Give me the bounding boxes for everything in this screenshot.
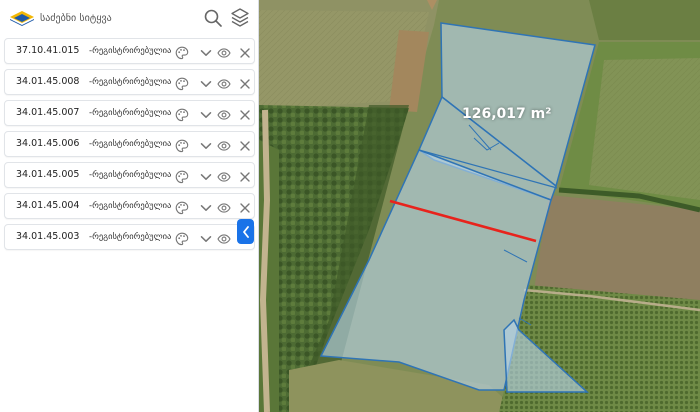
style-button[interactable] [175,107,189,122]
expand-button[interactable] [199,45,213,59]
parcel-cadastral-code: 34.01.45.006 [16,138,80,149]
parcel-cadastral-code: 34.01.45.007 [16,107,80,118]
remove-button[interactable] [238,45,252,59]
eye-icon [217,110,231,120]
parcel-status: -რეგისტრირებულია [89,139,172,149]
palette-icon [175,201,189,215]
expand-button[interactable] [199,200,213,214]
remove-button[interactable] [238,107,252,121]
parcel-list-item[interactable]: 34.01.45.005 -რეგისტრირებულია [4,162,255,188]
parcel-list-item[interactable]: 34.01.45.003 -რეგისტრირებულია [4,224,255,250]
parcel-list-item[interactable]: 34.01.45.004 -რეგისტრირებულია [4,193,255,219]
palette-icon [175,139,189,153]
app-logo-icon[interactable] [9,10,35,26]
parcel-status: -რეგისტრირებულია [89,108,172,118]
area-measurement-label: 126,017 m² [462,106,552,122]
expand-button[interactable] [199,107,213,121]
parcel-list-item[interactable]: 34.01.45.008 -რეგისტრირებულია [4,69,255,95]
parcel-status: -რეგისტრირებულია [89,232,172,242]
chevron-down-icon [200,81,212,87]
remove-button[interactable] [238,76,252,90]
style-button[interactable] [175,45,189,60]
chevron-down-icon [200,143,212,149]
search-bar [0,0,259,36]
parcel-list-item[interactable]: 34.01.45.007 -რეგისტრირებულია [4,100,255,126]
visibility-toggle[interactable] [217,107,231,121]
parcel-status: -რეგისტრირებულია [89,77,172,87]
close-icon [240,141,250,151]
parcel-list-item[interactable]: 34.01.45.006 -რეგისტრირებულია [4,131,255,157]
palette-icon [175,77,189,91]
remove-button[interactable] [238,169,252,183]
parcel-list: 37.10.41.015 -რეგისტრირებულია 34.01.45.008… [4,38,255,255]
expand-button[interactable] [199,76,213,90]
parcel-status: -რეგისტრირებულია [89,46,172,56]
parcel-cadastral-code: 34.01.45.004 [16,200,80,211]
parcel-status: -რეგისტრირებულია [89,170,172,180]
parcel-list-item[interactable]: 37.10.41.015 -რეგისტრირებულია [4,38,255,64]
remove-button[interactable] [238,200,252,214]
style-button[interactable] [175,200,189,215]
eye-icon [217,234,231,244]
eye-icon [217,48,231,58]
style-button[interactable] [175,169,189,184]
parcel-status: -რეგისტრირებულია [89,201,172,211]
palette-icon [175,170,189,184]
style-button[interactable] [175,138,189,153]
parcel-cadastral-code: 34.01.45.005 [16,169,80,180]
expand-button[interactable] [199,169,213,183]
eye-icon [217,79,231,89]
chevron-down-icon [200,112,212,118]
collapse-sidebar-button[interactable] [237,219,254,244]
expand-button[interactable] [199,231,213,245]
palette-icon [175,108,189,122]
visibility-toggle[interactable] [217,231,231,245]
remove-button[interactable] [238,138,252,152]
eye-icon [217,141,231,151]
search-icon[interactable] [204,9,222,27]
chevron-left-icon [242,225,249,238]
visibility-toggle[interactable] [217,138,231,152]
chevron-down-icon [200,50,212,56]
parcel-cadastral-code: 37.10.41.015 [16,45,80,56]
eye-icon [217,172,231,182]
style-button[interactable] [175,231,189,246]
close-icon [240,110,250,120]
parcel-cadastral-code: 34.01.45.003 [16,231,80,242]
map-view[interactable] [259,0,700,412]
layers-icon[interactable] [231,8,249,28]
style-button[interactable] [175,76,189,91]
visibility-toggle[interactable] [217,200,231,214]
satellite-imagery [259,0,700,412]
search-input[interactable] [40,8,190,28]
close-icon [240,203,250,213]
parcel-cadastral-code: 34.01.45.008 [16,76,80,87]
sidebar-panel: 37.10.41.015-რეგისტრირებულია34.01.45.008… [0,0,259,412]
expand-button[interactable] [199,138,213,152]
close-icon [240,79,250,89]
visibility-toggle[interactable] [217,169,231,183]
palette-icon [175,46,189,60]
palette-icon [175,232,189,246]
visibility-toggle[interactable] [217,76,231,90]
chevron-down-icon [200,205,212,211]
chevron-down-icon [200,174,212,180]
close-icon [240,172,250,182]
chevron-down-icon [200,236,212,242]
visibility-toggle[interactable] [217,45,231,59]
eye-icon [217,203,231,213]
close-icon [240,48,250,58]
